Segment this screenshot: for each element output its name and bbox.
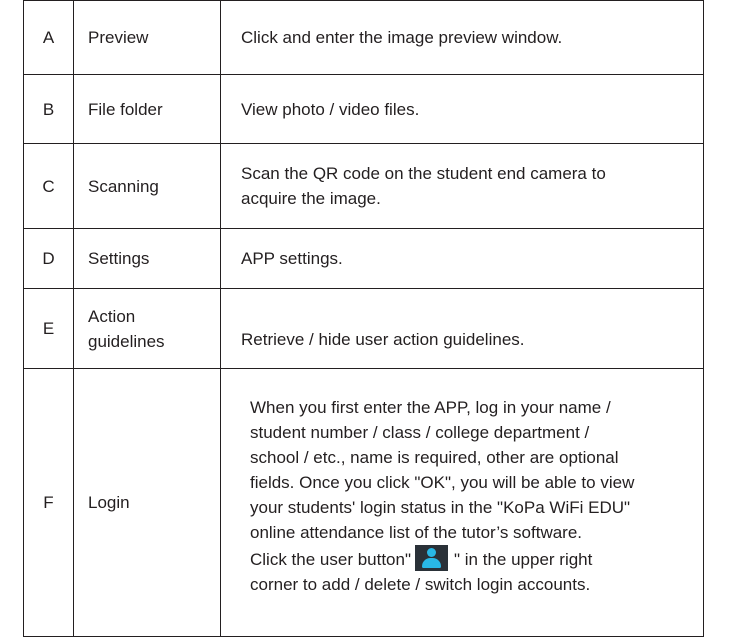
function-table: A Preview Click and enter the image prev… [23, 0, 704, 637]
name-line: Action [88, 306, 136, 326]
table-row: D Settings APP settings. [23, 228, 704, 289]
row-name: Action guidelines [73, 288, 221, 369]
table-row: E Action guidelines Retrieve / hide user… [23, 288, 704, 369]
description-line: school / etc., name is required, other a… [250, 447, 619, 467]
row-description: When you first enter the APP, log in you… [220, 368, 704, 637]
user-icon [415, 544, 449, 571]
name-line: guidelines [88, 331, 165, 351]
row-key: D [23, 228, 74, 289]
description-line: corner to add / delete / switch login ac… [250, 574, 591, 594]
row-key: E [23, 288, 74, 369]
row-name: Login [73, 368, 221, 637]
row-description: APP settings. [220, 228, 704, 289]
row-key: A [23, 0, 74, 75]
description-line: fields. Once you click "OK", you will be… [250, 472, 635, 492]
row-description: Retrieve / hide user action guidelines. [220, 288, 704, 369]
button-line-before: Click the user button" [250, 549, 412, 569]
button-line-after: " in the upper right [454, 549, 593, 569]
description-line: your students' login status in the "KoPa… [250, 497, 631, 517]
row-key: C [23, 143, 74, 229]
table-row: F Login When you first enter the APP, lo… [23, 368, 704, 637]
row-description: Scan the QR code on the student end came… [220, 143, 704, 229]
description-line: Click the user button" " in the upper rig… [250, 544, 695, 572]
row-description: Click and enter the image preview window… [220, 0, 704, 75]
table-row: B File folder View photo / video files. [23, 74, 704, 144]
description-line: online attendance list of the tutor’s so… [250, 522, 583, 542]
row-name: Settings [73, 228, 221, 289]
description-line: Scan the QR code on the student end came… [241, 164, 606, 183]
table-row: C Scanning Scan the QR code on the stude… [23, 143, 704, 229]
row-description: View photo / video files. [220, 74, 704, 144]
row-name: Scanning [73, 143, 221, 229]
description-line: student number / class / college departm… [250, 422, 590, 442]
row-key: F [23, 368, 74, 637]
row-key: B [23, 74, 74, 144]
table-row: A Preview Click and enter the image prev… [23, 0, 704, 75]
description-line: When you first enter the APP, log in you… [250, 397, 611, 417]
description-line: acquire the image. [241, 189, 381, 208]
row-name: File folder [73, 74, 221, 144]
row-name: Preview [73, 0, 221, 75]
